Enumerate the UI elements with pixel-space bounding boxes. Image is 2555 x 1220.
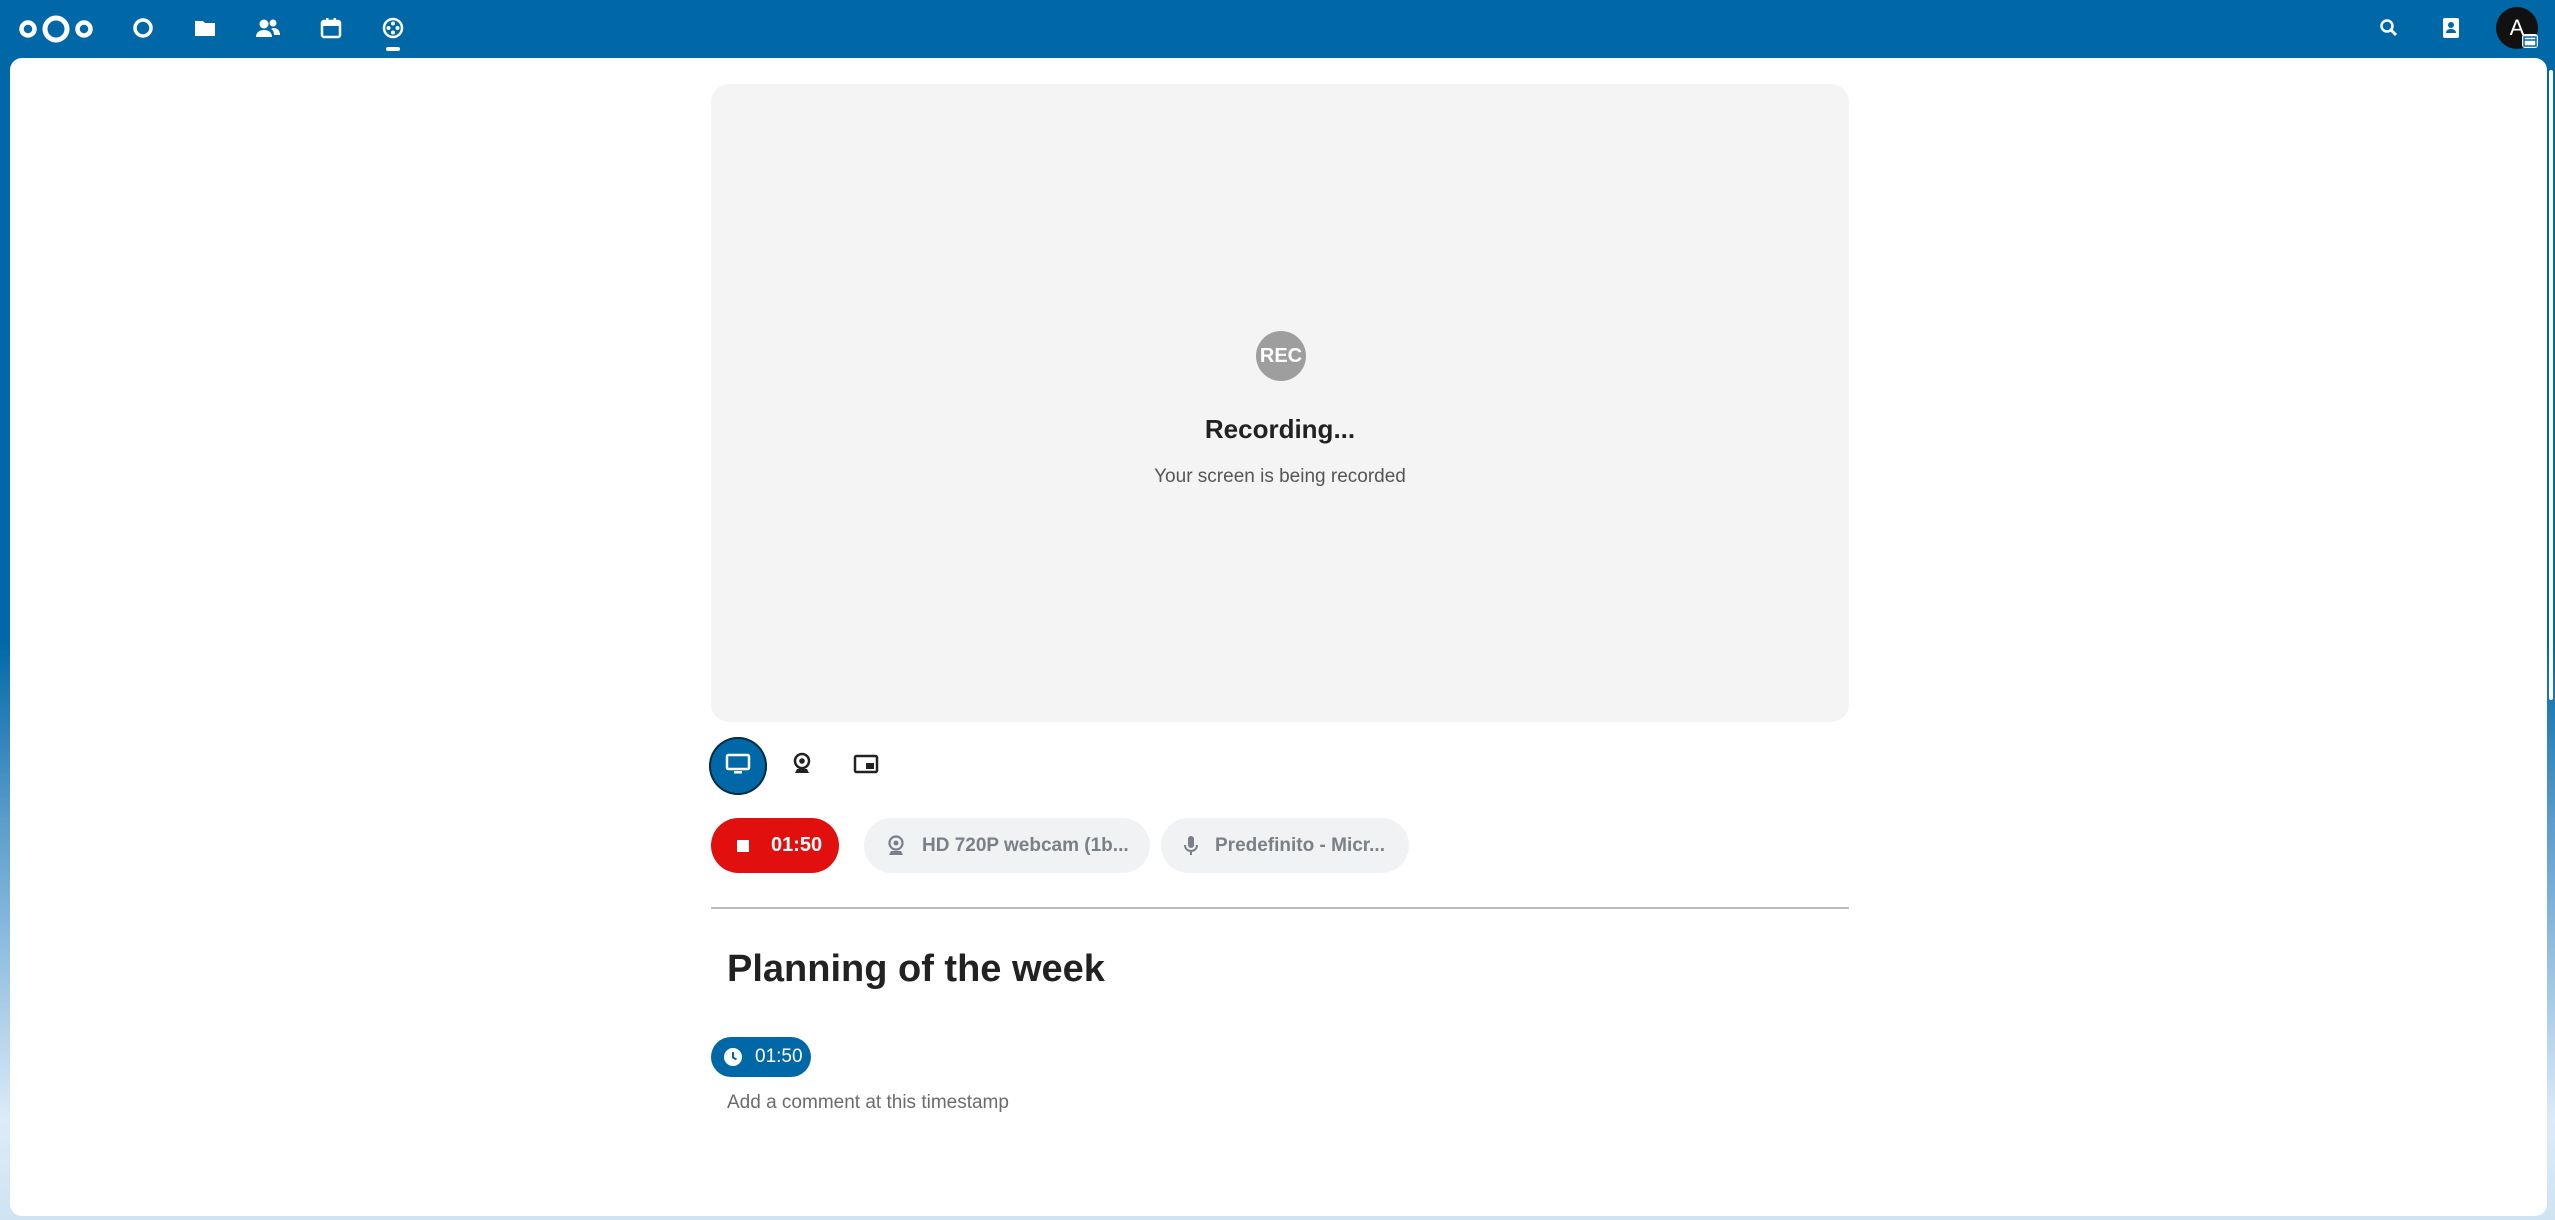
active-app-indicator xyxy=(386,47,400,51)
search-icon[interactable] xyxy=(2374,13,2404,43)
picture-in-picture-mode-button[interactable] xyxy=(837,737,895,795)
rec-icon: REC xyxy=(1256,331,1306,381)
files-icon[interactable] xyxy=(190,13,220,43)
screen-icon xyxy=(725,752,751,781)
webcam-icon xyxy=(791,752,813,781)
stop-recording-button[interactable]: 01:50 xyxy=(711,818,839,873)
contacts-menu-icon[interactable] xyxy=(2436,13,2466,43)
microphone-select[interactable]: Predefinito - Micr... xyxy=(1161,818,1409,873)
webcam-mode-button[interactable] xyxy=(773,737,831,795)
camera-label: HD 720P webcam (1b... xyxy=(922,834,1129,856)
picture-in-picture-icon xyxy=(853,753,879,780)
recorder-icon[interactable] xyxy=(378,13,408,43)
clock-icon xyxy=(723,1047,743,1067)
dashboard-icon[interactable] xyxy=(128,13,158,43)
rec-badge-label: REC xyxy=(1259,344,1303,367)
status-icon xyxy=(2522,34,2538,48)
webcam-icon xyxy=(886,834,906,857)
camera-select[interactable]: HD 720P webcam (1b... xyxy=(864,818,1150,873)
calendar-icon[interactable] xyxy=(316,13,346,43)
recording-title[interactable]: Planning of the week xyxy=(727,948,1105,991)
recording-status-subtitle: Your screen is being recorded xyxy=(1154,466,1406,487)
nextcloud-logo-icon[interactable] xyxy=(18,10,94,48)
recording-time: 01:50 xyxy=(771,834,823,856)
timestamp-chip[interactable]: 01:50 xyxy=(711,1037,811,1077)
divider xyxy=(711,907,1849,909)
comment-input[interactable] xyxy=(727,1092,1327,1114)
microphone-label: Predefinito - Micr... xyxy=(1215,834,1385,856)
microphone-icon xyxy=(1183,835,1199,857)
stop-icon xyxy=(737,839,749,852)
recording-status-title: Recording... xyxy=(1204,414,1356,444)
recording-preview xyxy=(711,84,1849,722)
timestamp-label: 01:50 xyxy=(755,1046,803,1067)
top-bar: A xyxy=(0,0,2555,58)
contacts-icon[interactable] xyxy=(253,13,283,43)
scrollbar[interactable] xyxy=(2549,70,2553,700)
screen-mode-button[interactable] xyxy=(709,737,767,795)
